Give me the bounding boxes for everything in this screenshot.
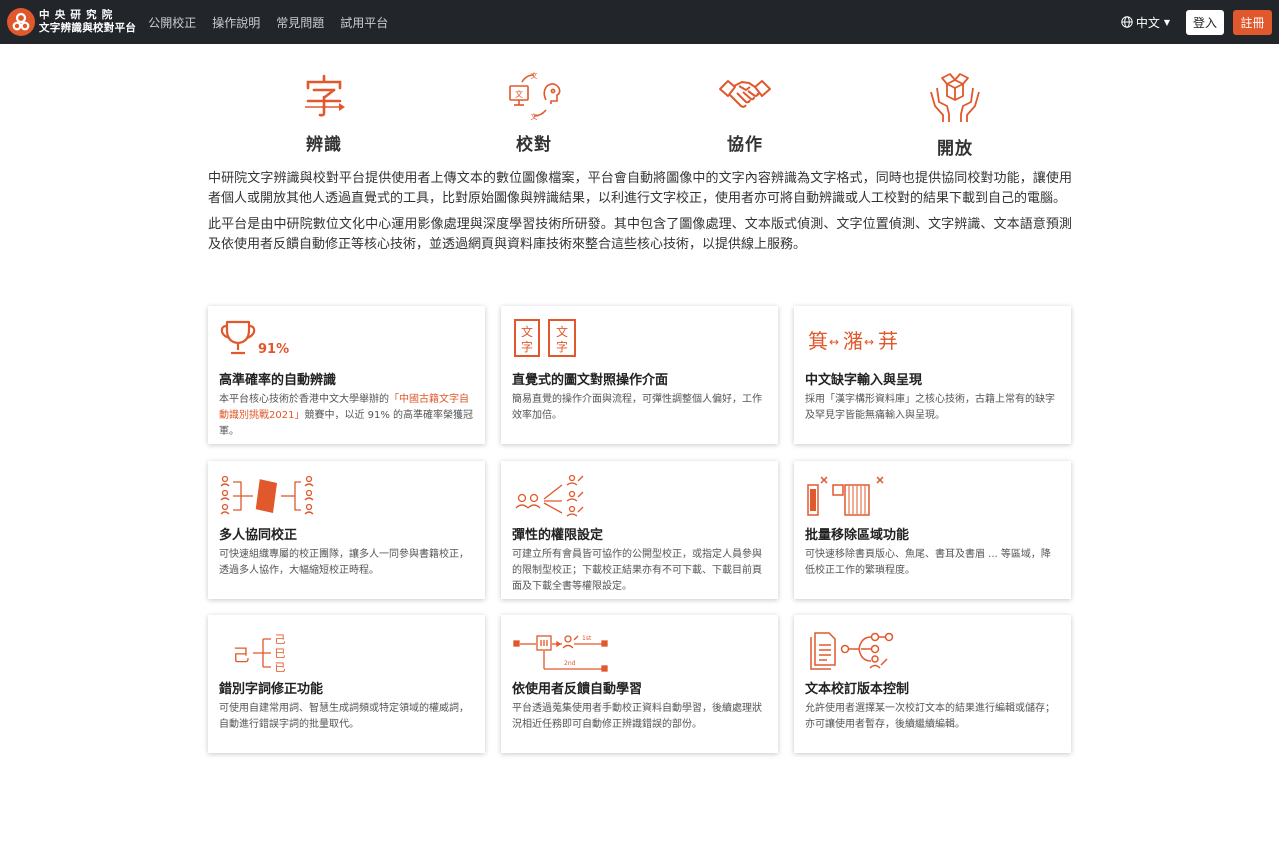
nav-instructions[interactable]: 操作說明 xyxy=(212,14,260,31)
rare-character-icon: 箕 ↔ 潴 ↔ 荓 xyxy=(808,329,898,353)
top-navbar: 中央研究院 文字辨識與校對平台 公開校正 操作說明 常見問題 試用平台 中文 ▼… xyxy=(0,0,1279,44)
handshake-icon xyxy=(719,80,771,108)
permission-icon xyxy=(515,474,584,517)
open-box-icon xyxy=(930,73,980,122)
svg-text:文: 文 xyxy=(515,89,523,99)
team-collaboration-icon xyxy=(220,475,314,515)
card-team-proofreading: 多人協同校正 可快速組織專屬的校正團隊，讓多人一同參與書籍校正，透過多人協作，大… xyxy=(208,461,485,599)
card-permissions: 彈性的權限設定 可建立所有會員皆可協作的公開型校正，或指定人員參與的限制型校正；… xyxy=(501,461,778,599)
card-feedback-learning: 1st 2nd 依使用者反饋自動學習 平台透過蒐集使用者手動校正資料自動學習，後… xyxy=(501,615,778,753)
svg-text:巳: 巳 xyxy=(275,647,286,660)
feature-proofreading: 文 文 文 校對 xyxy=(479,70,589,155)
card-title: 中文缺字輸入與呈現 xyxy=(805,373,923,388)
card-title: 彈性的權限設定 xyxy=(512,528,604,543)
svg-text:箕: 箕 xyxy=(808,329,828,353)
card-title: 錯別字詞修正功能 xyxy=(219,682,324,697)
card-description: 採用「漢字構形資料庫」之核心技術，古籍上常有的缺字及罕見字皆能無痛輸入與呈現。 xyxy=(805,394,1055,421)
brand-text: 中央研究院 文字辨識與校對平台 xyxy=(39,9,136,35)
typo-correction-icon: 己 己 巳 已 xyxy=(233,633,286,674)
card-auto-recognition: 91% 高準確率的自動辨識 本平台核心技術於香港中文大學舉辦的「中國古籍文字自動… xyxy=(208,306,485,444)
feature-label: 開放 xyxy=(937,139,973,159)
language-label: 中文 xyxy=(1135,15,1160,30)
card-version-control: 文本校訂版本控制 允許使用者選擇某一次校訂文本的結果進行編輯或儲存；亦可讓使用者… xyxy=(794,615,1071,753)
nav-right: 中文 ▼ 登入 註冊 xyxy=(1121,9,1272,35)
svg-text:2nd: 2nd xyxy=(564,660,576,667)
svg-text:荓: 荓 xyxy=(878,329,898,353)
card-description: 可建立所有會員皆可協作的公開型校正，或指定人員參與的限制型校正；下載校正結果亦有… xyxy=(512,549,762,592)
card-description: 可使用自建常用詞、智慧生成詞頻或特定領域的權威詞，自動進行錯誤字詞的批量取代。 xyxy=(219,703,469,730)
svg-text:文: 文 xyxy=(531,71,538,80)
trophy-percentage: 91% xyxy=(258,342,289,357)
academia-sinica-logo xyxy=(7,8,35,36)
svg-text:字: 字 xyxy=(521,339,533,354)
feature-label: 協作 xyxy=(727,135,763,155)
svg-text:文: 文 xyxy=(521,324,533,339)
card-title: 直覺式的圖文對照操作介面 xyxy=(512,373,669,388)
brand-line1: 中央研究院 xyxy=(39,9,118,21)
svg-text:已: 已 xyxy=(275,661,286,674)
trophy-icon: 91% xyxy=(220,320,289,357)
svg-text:文: 文 xyxy=(556,324,568,339)
language-dropdown[interactable]: 中文 ▼ xyxy=(1121,14,1170,31)
chevron-down-icon: ▼ xyxy=(1163,17,1170,27)
card-description: 允許使用者選擇某一次校訂文本的結果進行編輯或儲存；亦可讓使用者暫存，後續繼續編輯… xyxy=(805,703,1055,730)
character-recognition-icon xyxy=(305,74,345,117)
card-batch-remove: 批量移除區域功能 可快速移除書頁版心、魚尾、書耳及書眉 ... 等區域，降低校正… xyxy=(794,461,1071,599)
brand-line2: 文字辨識與校對平台 xyxy=(39,22,137,34)
card-title: 文本校訂版本控制 xyxy=(805,682,910,697)
card-desc-pre: 本平台核心技術於香港中文大學舉辦的 xyxy=(219,394,389,405)
svg-text:潴: 潴 xyxy=(843,329,863,353)
nav-links: 公開校正 操作說明 常見問題 試用平台 xyxy=(148,14,404,31)
intro-paragraph-1: 中研院文字辨識與校對平台提供使用者上傳文本的數位圖像檔案，平台會自動將圖像中的文… xyxy=(208,171,1072,206)
feature-label: 校對 xyxy=(516,135,552,155)
card-side-by-side-interface: 文 字 文 字 直覺式的圖文對照操作介面 簡易直覺的操作介面與流程，可彈性調整個… xyxy=(501,306,778,444)
card-description: 平台透過蒐集使用者手動校正資料自動學習，後續處理狀況相近任務即可自動修正辨識錯誤… xyxy=(512,703,762,730)
svg-text:↔: ↔ xyxy=(829,335,839,349)
feature-collaboration: 協作 xyxy=(690,70,800,155)
version-control-icon xyxy=(810,632,894,670)
register-button[interactable]: 註冊 xyxy=(1233,9,1272,35)
card-title: 批量移除區域功能 xyxy=(805,528,910,543)
globe-icon xyxy=(1121,16,1133,28)
card-title: 多人協同校正 xyxy=(219,528,298,543)
nav-public-proofreading[interactable]: 公開校正 xyxy=(148,14,196,31)
brand-home-link[interactable]: 中央研究院 文字辨識與校對平台 xyxy=(7,8,136,36)
card-title: 高準確率的自動辨識 xyxy=(219,373,337,388)
batch-remove-icon xyxy=(807,476,884,516)
svg-text:文: 文 xyxy=(531,112,538,120)
card-description: 可快速移除書頁版心、魚尾、書耳及書眉 ... 等區域，降低校正工作的繁瑣程度。 xyxy=(805,549,1051,576)
card-description: 本平台核心技術於香港中文大學舉辦的「中國古籍文字自動識別挑戰2021」競賽中，以… xyxy=(219,392,474,440)
card-description: 可快速組織專屬的校正團隊，讓多人一同參與書籍校正，透過多人協作，大幅縮短校正時程… xyxy=(219,549,469,576)
intro-paragraph-2: 此平台是由中研院數位文化中心運用影像處理與深度學習技術所研發。其中包含了圖像處理… xyxy=(208,217,1072,252)
nav-faq[interactable]: 常見問題 xyxy=(276,14,324,31)
svg-text:己: 己 xyxy=(275,633,286,646)
feedback-learning-icon: 1st 2nd xyxy=(513,635,608,672)
svg-text:1st: 1st xyxy=(582,635,592,642)
svg-text:↔: ↔ xyxy=(864,335,874,349)
card-typo-correction: 己 己 巳 已 錯別字詞修正功能 可使用自建常用詞、智慧生成詞頻或特定領域的權威… xyxy=(208,615,485,753)
login-button[interactable]: 登入 xyxy=(1186,9,1224,35)
features-strip: 辨識 文 文 文 校對 協作 開放 xyxy=(0,70,1279,160)
nav-trial-platform[interactable]: 試用平台 xyxy=(340,14,388,31)
feature-label: 辨識 xyxy=(306,135,342,155)
svg-text:己: 己 xyxy=(233,646,250,666)
feature-recognition: 辨識 xyxy=(269,70,379,155)
proofreading-icon: 文 文 文 xyxy=(509,71,561,120)
svg-text:字: 字 xyxy=(556,339,568,354)
card-title: 依使用者反饋自動學習 xyxy=(512,682,643,697)
intro-section: 中研院文字辨識與校對平台提供使用者上傳文本的數位圖像檔案，平台會自動將圖像中的文… xyxy=(208,169,1072,261)
side-by-side-text-icon: 文 字 文 字 xyxy=(514,319,576,357)
feature-open: 開放 xyxy=(900,70,1010,159)
card-description: 簡易直覺的操作介面與流程，可彈性調整個人偏好，工作效率加倍。 xyxy=(512,394,762,421)
card-rare-characters: 箕 ↔ 潴 ↔ 荓 中文缺字輸入與呈現 採用「漢字構形資料庫」之核心技術，古籍上… xyxy=(794,306,1071,444)
